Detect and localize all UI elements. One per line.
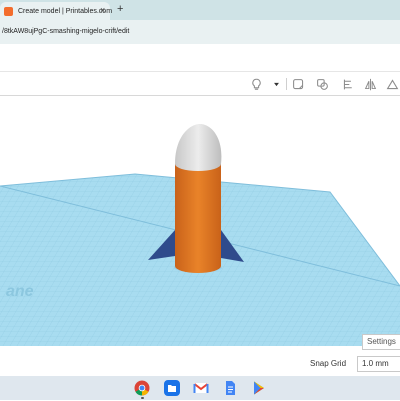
snap-grid-select[interactable]: 1.0 mm	[357, 356, 400, 372]
align-icon[interactable]	[340, 76, 356, 92]
workplane-scene[interactable]: ane	[0, 96, 400, 376]
toolbar-divider	[286, 78, 287, 90]
3d-viewport[interactable]: ane	[0, 96, 400, 376]
flip-icon[interactable]	[384, 76, 400, 92]
app-header-area	[0, 44, 400, 72]
chrome-running-indicator	[141, 397, 144, 399]
editor-toolbar	[0, 72, 400, 96]
workplane-watermark: ane	[6, 283, 34, 300]
new-tab-button[interactable]: +	[117, 3, 123, 15]
light-bulb-icon[interactable]	[248, 76, 264, 92]
rocket-nose-cone	[175, 124, 222, 171]
url-text[interactable]: /8tkAW8ujPgC-smashing-migelo-crift/edit	[0, 20, 400, 44]
docs-icon[interactable]	[222, 380, 238, 396]
chrome-icon[interactable]	[134, 380, 150, 396]
os-taskbar	[0, 376, 400, 400]
snap-grid-label: Snap Grid	[310, 359, 347, 368]
tab-title: Create model | Printables.com	[18, 7, 113, 15]
mirror-icon[interactable]	[362, 76, 378, 92]
dropdown-caret-icon[interactable]	[268, 76, 284, 92]
address-bar[interactable]: /8tkAW8ujPgC-smashing-migelo-crift/edit	[0, 20, 400, 44]
tab-create-model[interactable]: Create model | Printables.com ×	[0, 2, 113, 20]
settings-button[interactable]: Settings	[362, 334, 400, 350]
close-tab-icon[interactable]: ×	[100, 5, 105, 15]
gmail-icon[interactable]	[193, 380, 209, 396]
rocket-body	[175, 164, 221, 273]
group-icon[interactable]	[314, 76, 330, 92]
browser-tab-strip: Create model | Printables.com × +	[0, 0, 400, 20]
printables-icon	[4, 6, 13, 16]
files-icon[interactable]	[164, 380, 180, 396]
note-icon[interactable]	[290, 76, 306, 92]
play-store-icon[interactable]	[251, 380, 267, 396]
